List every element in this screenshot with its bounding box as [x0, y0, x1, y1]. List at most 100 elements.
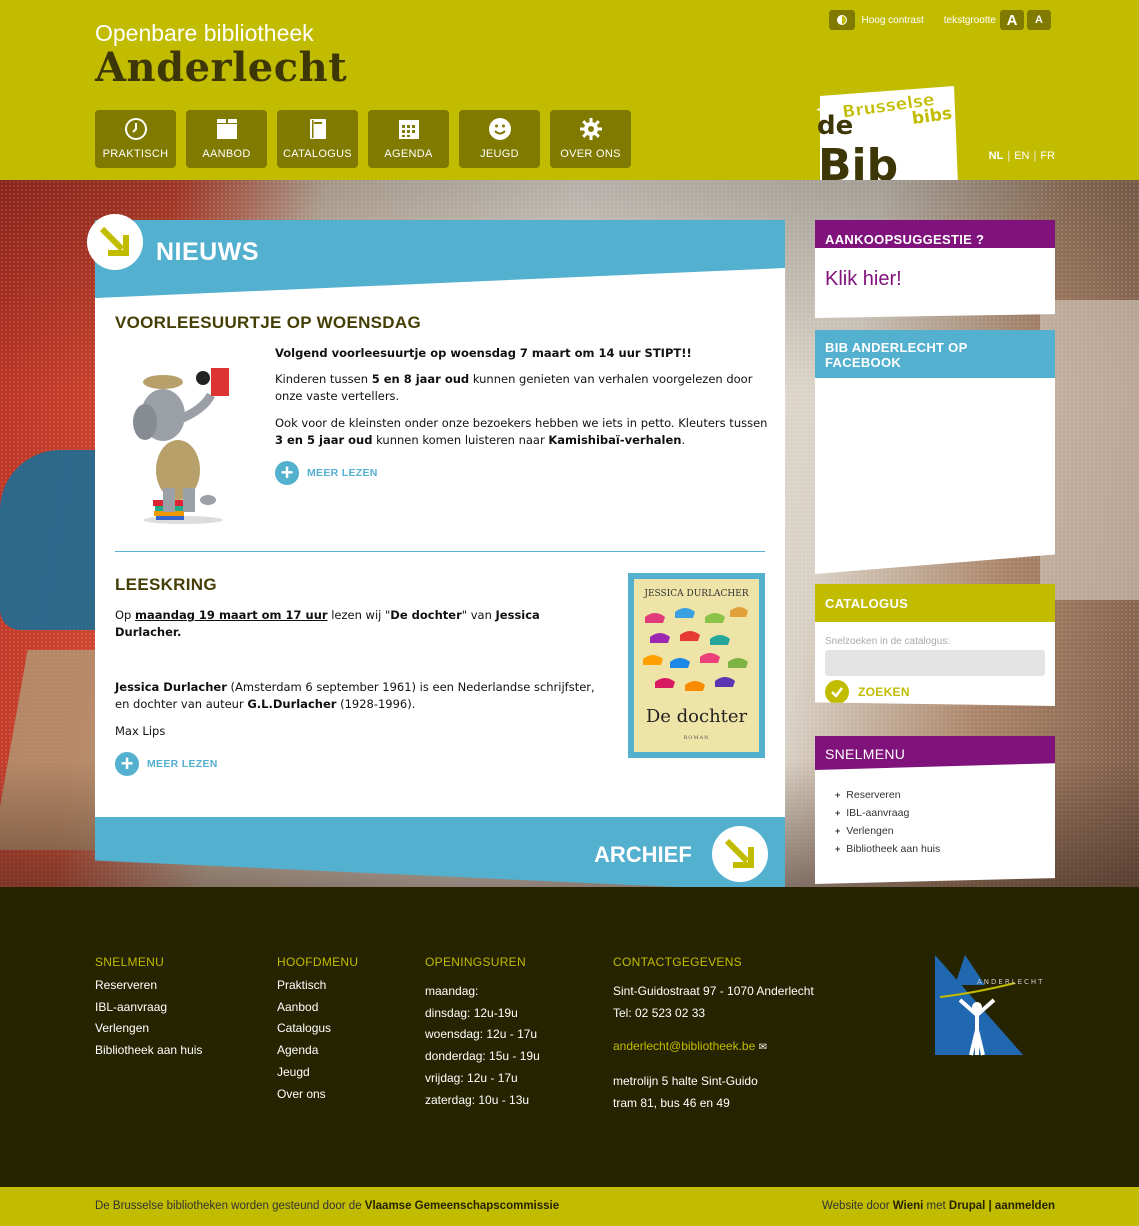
footer-link[interactable]: Praktisch	[277, 975, 358, 997]
shoes-illustration	[643, 607, 748, 691]
wieni-link[interactable]: Wieni	[893, 1200, 924, 1212]
search-button-label: ZOEKEN	[858, 685, 910, 699]
nav-aanbod[interactable]: AANBOD	[186, 110, 267, 168]
book-title: De dochter	[645, 706, 748, 727]
quickmenu-item[interactable]: Bibliotheek aan huis	[835, 840, 1055, 858]
book-cover-art: JESSICA DURLACHER De dochter ROMAN	[634, 579, 759, 752]
footer-link[interactable]: IBL-aanvraag	[95, 997, 202, 1019]
sponsor-text: De Brusselse bibliotheken worden gesteun…	[95, 1200, 560, 1212]
clock-icon	[124, 118, 147, 140]
elephant-illustration	[133, 368, 229, 524]
accessibility-tools: Hoog contrast tekstgrootte A A	[829, 10, 1051, 30]
anderlecht-logo: ANDERLECHT	[935, 955, 1044, 1056]
book-cover[interactable]: JESSICA DURLACHER De dochter ROMAN	[628, 573, 765, 758]
nav-label: PRAKTISCH	[102, 148, 169, 160]
article-title[interactable]: VOORLEESUURTJE OP WOENSDAG	[115, 313, 421, 333]
smiley-icon	[488, 118, 511, 140]
book-subtitle: ROMAN	[683, 735, 710, 741]
quickmenu-item[interactable]: Verlengen	[835, 822, 1055, 840]
drupal-link[interactable]: Drupal	[949, 1200, 985, 1212]
site-subtitle: Openbare bibliotheek	[95, 20, 314, 46]
nav-label: AANBOD	[202, 148, 251, 160]
footer-link[interactable]: Verlengen	[95, 1018, 202, 1040]
nav-praktisch[interactable]: PRAKTISCH	[95, 110, 176, 168]
contrast-label[interactable]: Hoog contrast	[861, 15, 923, 26]
site-title[interactable]: Anderlecht	[95, 44, 347, 91]
footer-quickmenu: SNELMENU Reserveren IBL-aanvraag Verleng…	[95, 955, 202, 1062]
svg-text:ANDERLECHT: ANDERLECHT	[977, 978, 1044, 986]
date-link[interactable]: maandag 19 maart om 17 uur	[135, 608, 328, 622]
contact-phone: Tel: 02 523 02 33	[613, 1005, 706, 1020]
gear-icon	[579, 118, 602, 140]
catalog-title: CATALOGUS	[815, 584, 1055, 622]
footer-heading: OPENINGSUREN	[425, 955, 526, 969]
book-author: JESSICA DURLACHER	[644, 589, 749, 599]
suggestion-link[interactable]: Klik hier!	[815, 248, 1055, 311]
article-paragraph: Max Lips	[115, 724, 166, 738]
article-paragraph: Kinderen tussen 5 en 8 jaar oud kunnen g…	[275, 372, 753, 403]
contact-email-link[interactable]: anderlecht@bibliotheek.be ✉	[613, 1036, 814, 1059]
quickmenu-list: Reserveren IBL-aanvraag Verlengen Biblio…	[835, 786, 1055, 858]
contrast-button[interactable]	[829, 10, 856, 30]
quickmenu-item[interactable]: Reserveren	[835, 786, 1055, 804]
footer-link[interactable]: Catalogus	[277, 1018, 358, 1040]
archive-arrow-icon[interactable]	[712, 826, 768, 882]
font-size-small-button[interactable]: A	[1027, 10, 1051, 30]
nav-label: CATALOGUS	[283, 148, 352, 160]
read-more-button[interactable]: + MEER LEZEN	[275, 461, 378, 485]
lang-nl[interactable]: NL	[989, 150, 1004, 162]
footer-link[interactable]: Reserveren	[95, 975, 202, 997]
article-paragraph: Jessica Durlacher (Amsterdam 6 september…	[115, 680, 595, 711]
article-title[interactable]: LEESKRING	[115, 575, 217, 595]
site-header: Openbare bibliotheek Anderlecht PRAKTISC…	[0, 0, 1139, 194]
nav-jeugd[interactable]: JEUGD	[459, 110, 540, 168]
nav-over-ons[interactable]: OVER ONS	[550, 110, 631, 168]
bottom-bar: De Brusselse bibliotheken worden gesteun…	[0, 1187, 1139, 1226]
facebook-title: BIB ANDERLECHT OP FACEBOOK	[815, 330, 1055, 378]
de-bib-logo[interactable]: Brusselse bibs de Bib	[812, 84, 962, 194]
opening-hours-line: woensdag: 12u - 17u	[425, 1027, 538, 1042]
font-size-large-button[interactable]: A	[1000, 10, 1024, 30]
footer-link[interactable]: Bibliotheek aan huis	[95, 1040, 202, 1062]
news-panel: NIEUWS VOORLEESUURTJE OP WOENSDAG Volgen…	[87, 214, 785, 892]
login-link[interactable]: aanmelden	[995, 1200, 1055, 1212]
nav-label: AGENDA	[384, 148, 433, 160]
nav-catalogus[interactable]: CATALOGUS	[277, 110, 358, 168]
contact-address: Sint-Guidostraat 97 - 1070 Anderlecht	[613, 984, 814, 998]
contrast-icon	[837, 15, 848, 25]
lang-sep: |	[1033, 150, 1037, 162]
read-more-button[interactable]: + MEER LEZEN	[115, 752, 218, 776]
archive-link[interactable]: ARCHIEF	[594, 842, 692, 868]
footer-link[interactable]: Agenda	[277, 1040, 358, 1062]
opening-hours-line: vrijdag: 12u - 17u	[425, 1070, 518, 1085]
footer-heading: HOOFDMENU	[277, 955, 359, 969]
vgc-link[interactable]: Vlaamse Gemeenschapscommissie	[365, 1200, 559, 1212]
footer-heading: SNELMENU	[95, 955, 165, 969]
credits-text: Website door Wieni met Drupal | aanmelde…	[822, 1200, 1055, 1212]
mail-icon: ✉	[758, 1042, 768, 1054]
search-button[interactable]: ZOEKEN	[825, 680, 1045, 704]
catalog-search-box: CATALOGUS Snelzoeken in de catalogus: ZO…	[815, 584, 1055, 706]
footer-link[interactable]: Over ons	[277, 1084, 358, 1106]
suggestion-title: AANKOOPSUGGESTIE ?	[815, 220, 1055, 248]
opening-hours-line: donderdag: 15u - 19u	[425, 1049, 540, 1064]
read-more-label: MEER LEZEN	[307, 467, 378, 479]
lang-fr[interactable]: FR	[1040, 150, 1055, 162]
opening-hours-line: maandag:	[425, 984, 479, 998]
contact-transport: metrolijn 5 halte Sint-Guido	[613, 1074, 758, 1089]
nav-agenda[interactable]: AGENDA	[368, 110, 449, 168]
footer-link[interactable]: Jeugd	[277, 1062, 358, 1084]
opening-hours-line: dinsdag: 12u-19u	[425, 1005, 518, 1020]
contact-transport: tram 81, bus 46 en 49	[613, 1095, 730, 1110]
main-nav: PRAKTISCH AANBOD CATALOGUS AGENDA JEUGD …	[95, 110, 631, 168]
catalog-search-input[interactable]	[825, 650, 1045, 676]
plus-icon: +	[115, 752, 139, 776]
news-arrow-icon	[87, 214, 143, 270]
article-paragraph: Volgend voorleesuurtje op woensdag 7 maa…	[275, 346, 692, 360]
article-divider	[115, 551, 765, 552]
lang-en[interactable]: EN	[1014, 150, 1029, 162]
nav-label: JEUGD	[480, 148, 519, 160]
box-icon	[216, 119, 237, 139]
quickmenu-item[interactable]: IBL-aanvraag	[835, 804, 1055, 822]
footer-link[interactable]: Aanbod	[277, 997, 358, 1019]
